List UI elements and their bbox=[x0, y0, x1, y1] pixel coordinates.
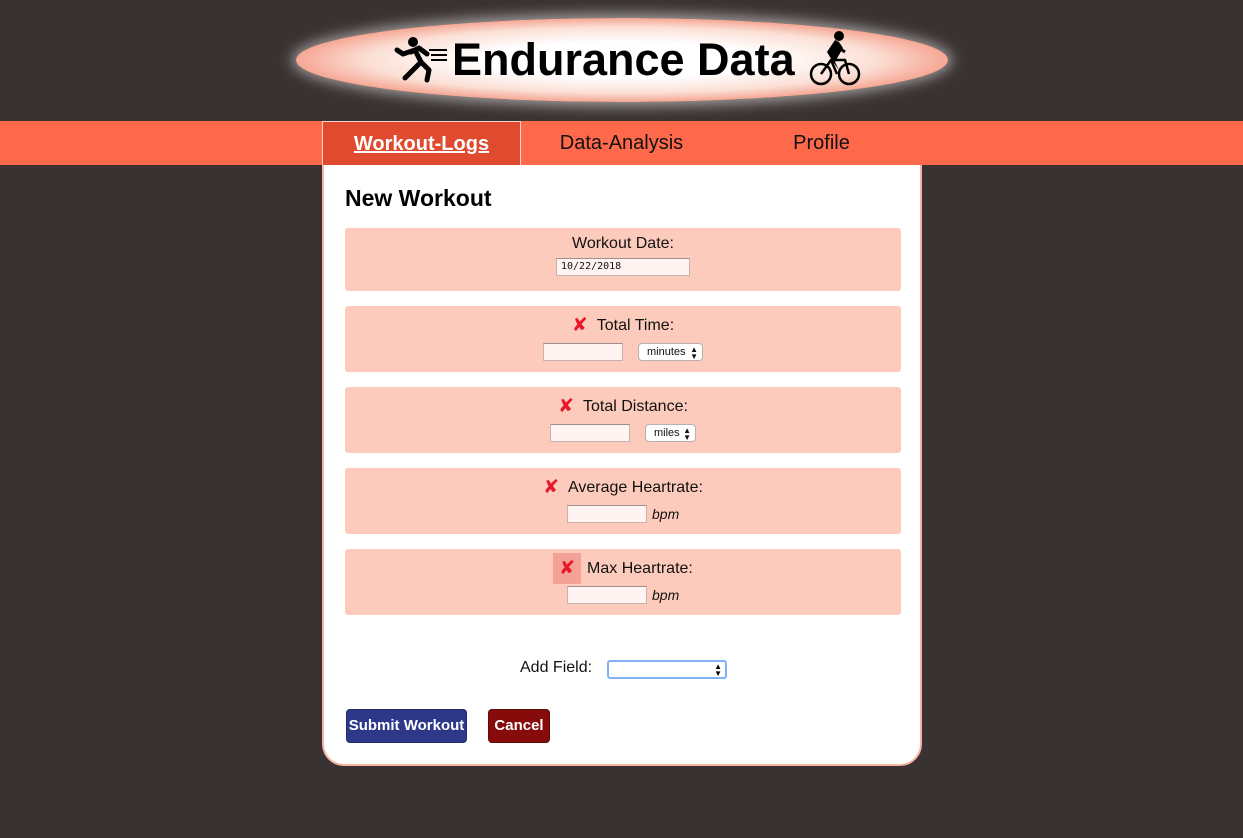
site-title: Endurance Data bbox=[452, 34, 795, 85]
workout-date-input[interactable]: 10/22/2018 bbox=[556, 258, 690, 276]
total-time-label: Total Time: bbox=[596, 317, 675, 334]
max-heartrate-field: ✘ Max Heartrate: bpm bbox=[345, 549, 901, 615]
max-heartrate-input[interactable] bbox=[567, 586, 647, 604]
tab-profile[interactable]: Profile bbox=[722, 121, 921, 165]
remove-total-time-icon[interactable]: ✘ bbox=[572, 314, 588, 337]
select-arrows-icon: ▲ ▼ bbox=[714, 662, 722, 678]
max-heartrate-unit: bpm bbox=[652, 587, 680, 603]
total-time-input[interactable] bbox=[543, 343, 623, 361]
total-distance-label: Total Distance: bbox=[582, 398, 688, 415]
distance-unit-value: miles bbox=[654, 427, 680, 439]
workout-date-label-row: Workout Date: bbox=[345, 235, 901, 253]
total-time-label-row: ✘ Total Time: bbox=[345, 314, 901, 337]
select-arrows-icon: ▲ ▼ bbox=[683, 426, 691, 442]
add-field-select[interactable]: ▲ ▼ bbox=[607, 660, 727, 679]
distance-unit-select[interactable]: miles ▲ ▼ bbox=[645, 424, 696, 442]
remove-total-distance-icon[interactable]: ✘ bbox=[558, 395, 574, 418]
max-heartrate-label: Max Heartrate: bbox=[587, 560, 693, 577]
total-distance-label-row: ✘ Total Distance: bbox=[345, 395, 901, 418]
workout-date-field: Workout Date: 10/22/2018 bbox=[345, 228, 901, 291]
average-heartrate-field: ✘ Average Heartrate: bpm bbox=[345, 468, 901, 534]
site-header: Endurance Data bbox=[0, 0, 1243, 121]
tab-data-analysis[interactable]: Data-Analysis bbox=[522, 121, 721, 165]
new-workout-card: New Workout Workout Date: 10/22/2018 ✘ To… bbox=[322, 165, 922, 766]
form-title: New Workout bbox=[345, 185, 492, 211]
main-nav: Workout-Logs Data-Analysis Profile bbox=[0, 121, 1243, 165]
cyclist-icon bbox=[809, 31, 861, 86]
total-distance-field: ✘ Total Distance: miles ▲ ▼ bbox=[345, 387, 901, 453]
workout-date-label: Workout Date: bbox=[572, 235, 674, 252]
remove-max-heartrate-icon[interactable]: ✘ bbox=[553, 553, 582, 584]
average-heartrate-label-row: ✘ Average Heartrate: bbox=[345, 476, 901, 499]
time-unit-value: minutes bbox=[647, 346, 686, 358]
average-heartrate-input[interactable] bbox=[567, 505, 647, 523]
total-distance-input[interactable] bbox=[550, 424, 630, 442]
select-arrows-icon: ▲ ▼ bbox=[690, 345, 698, 361]
cancel-button[interactable]: Cancel bbox=[488, 709, 550, 743]
max-heartrate-label-row: ✘ Max Heartrate: bbox=[345, 553, 901, 584]
submit-workout-button[interactable]: Submit Workout bbox=[346, 709, 467, 743]
total-time-field: ✘ Total Time: minutes ▲ ▼ bbox=[345, 306, 901, 372]
time-unit-select[interactable]: minutes ▲ ▼ bbox=[638, 343, 703, 361]
average-heartrate-label: Average Heartrate: bbox=[568, 479, 703, 496]
remove-average-heartrate-icon[interactable]: ✘ bbox=[543, 476, 559, 499]
tab-workout-logs[interactable]: Workout-Logs bbox=[322, 121, 521, 165]
add-field-label: Add Field: bbox=[520, 659, 593, 676]
runner-icon bbox=[394, 37, 447, 83]
average-heartrate-unit: bpm bbox=[652, 506, 680, 522]
